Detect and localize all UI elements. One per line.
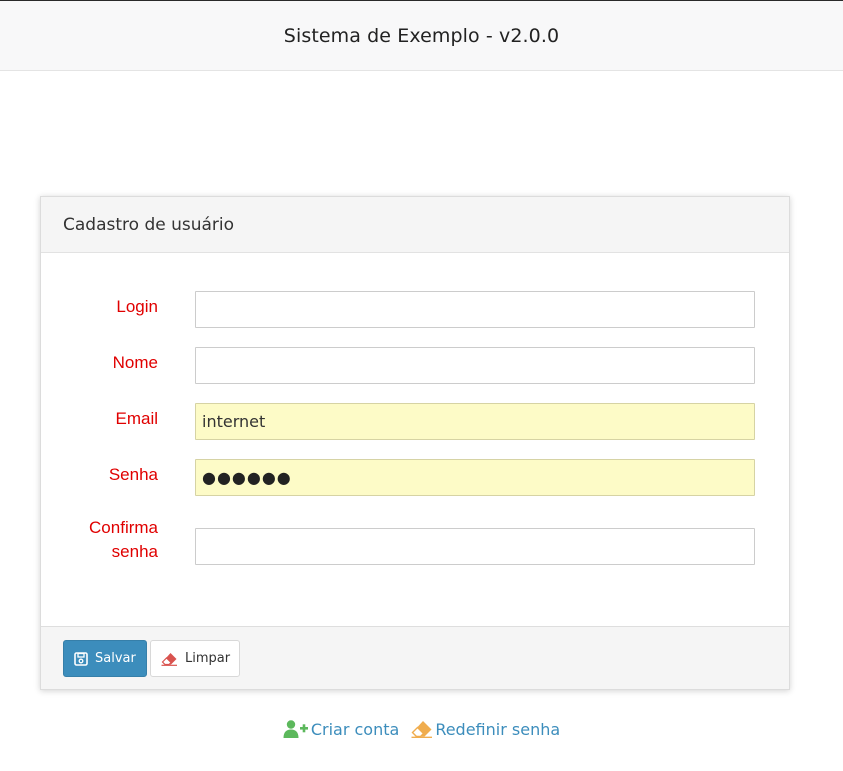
clear-button-label: Limpar xyxy=(185,651,231,666)
create-account-label: Criar conta xyxy=(310,719,400,739)
reset-password-label: Redefinir senha xyxy=(435,719,561,739)
confirma-senha-label: Confirma senha xyxy=(38,516,158,564)
account-links: Criar conta Redefinir senha xyxy=(0,716,843,742)
registration-form: Login Nome Email internet Senha ●●●●●● C… xyxy=(41,253,789,627)
clear-button[interactable]: Limpar xyxy=(150,640,240,677)
eraser-icon xyxy=(411,721,433,738)
login-label: Login xyxy=(116,297,158,316)
app-header: Sistema de Exemplo - v2.0.0 xyxy=(0,0,843,71)
confirma-senha-input[interactable] xyxy=(195,528,755,565)
save-button-label: Salvar xyxy=(95,651,136,666)
email-label: Email xyxy=(115,409,158,428)
panel-footer: Salvar Limpar xyxy=(41,626,789,689)
app-title: Sistema de Exemplo - v2.0.0 xyxy=(283,24,560,47)
reset-password-link[interactable]: Redefinir senha xyxy=(411,720,560,739)
eraser-icon xyxy=(161,652,177,666)
nome-input[interactable] xyxy=(195,347,755,384)
floppy-disk-icon xyxy=(74,651,88,666)
user-plus-icon xyxy=(283,720,308,738)
registration-panel: Cadastro de usuário Login Nome Email int… xyxy=(40,196,790,690)
senha-label: Senha xyxy=(108,465,158,484)
email-input[interactable]: internet xyxy=(195,403,755,440)
panel-header: Cadastro de usuário xyxy=(41,197,789,253)
login-input[interactable] xyxy=(195,291,755,328)
create-account-link[interactable]: Criar conta xyxy=(283,719,399,739)
panel-title: Cadastro de usuário xyxy=(63,214,235,235)
nome-label: Nome xyxy=(112,353,158,372)
save-button[interactable]: Salvar xyxy=(63,640,147,677)
confirma-label-line2: senha xyxy=(111,542,158,561)
confirma-label-line1: Confirma xyxy=(89,518,158,537)
senha-input[interactable]: ●●●●●● xyxy=(195,459,755,496)
